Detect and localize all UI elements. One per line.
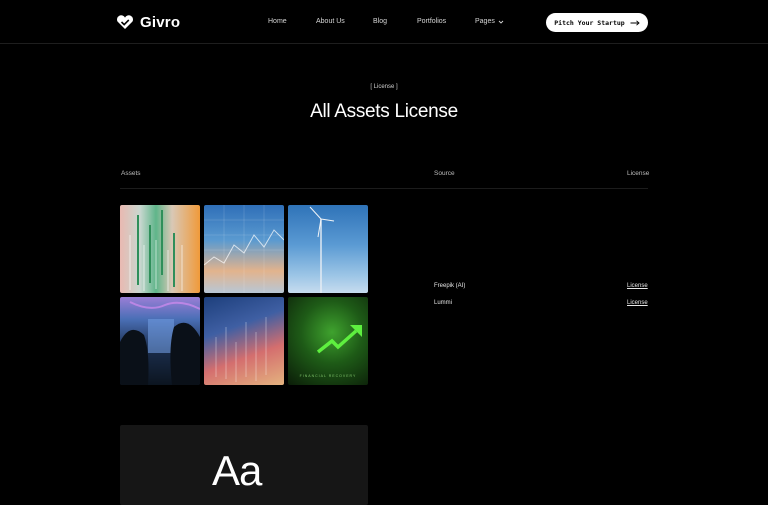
- nav-pages-label: Pages: [475, 18, 495, 25]
- asset-thumbnail-wind-turbine: [288, 205, 368, 293]
- font-sample: Aa: [212, 447, 262, 494]
- nav-about-us[interactable]: About Us: [316, 18, 345, 25]
- arrow-right-icon: [630, 19, 640, 26]
- site-header: Givro Home About Us Blog Portfolios Page…: [0, 0, 768, 44]
- financial-caption: FINANCIAL RECOVERY: [299, 374, 357, 378]
- cta-label: Pitch Your Startup: [554, 18, 625, 27]
- font-preview-card: Aa: [120, 425, 368, 505]
- asset-thumbnail-stock-chart-colorful: [120, 205, 200, 293]
- source-lummi: Lummi: [434, 300, 453, 306]
- license-link-lummi[interactable]: License: [627, 300, 648, 306]
- asset-thumbnail-chart-blue: [204, 205, 284, 293]
- asset-thumbnail-financial-recovery: FINANCIAL RECOVERY: [288, 297, 368, 385]
- chevron-down-icon: [498, 20, 504, 24]
- source-freepik: Freepik (AI): [434, 283, 466, 289]
- nav-home[interactable]: Home: [268, 18, 287, 25]
- pitch-startup-button[interactable]: Pitch Your Startup: [546, 13, 648, 32]
- nav-blog[interactable]: Blog: [373, 18, 387, 25]
- main-nav: Home About Us Blog Portfolios Pages: [0, 18, 768, 30]
- license-link-freepik[interactable]: License: [627, 283, 648, 289]
- nav-portfolios[interactable]: Portfolios: [417, 18, 446, 25]
- column-header-license: License: [627, 170, 650, 177]
- table-divider: [120, 188, 648, 189]
- page-title: All Assets License: [310, 101, 458, 122]
- column-header-source: Source: [434, 170, 455, 177]
- nav-pages[interactable]: Pages: [475, 18, 504, 25]
- column-header-assets: Assets: [121, 170, 141, 177]
- asset-thumbnail-people-screens: [120, 297, 200, 385]
- asset-thumbnail-chart-dusk: [204, 297, 284, 385]
- section-eyebrow: [ License ]: [370, 84, 398, 90]
